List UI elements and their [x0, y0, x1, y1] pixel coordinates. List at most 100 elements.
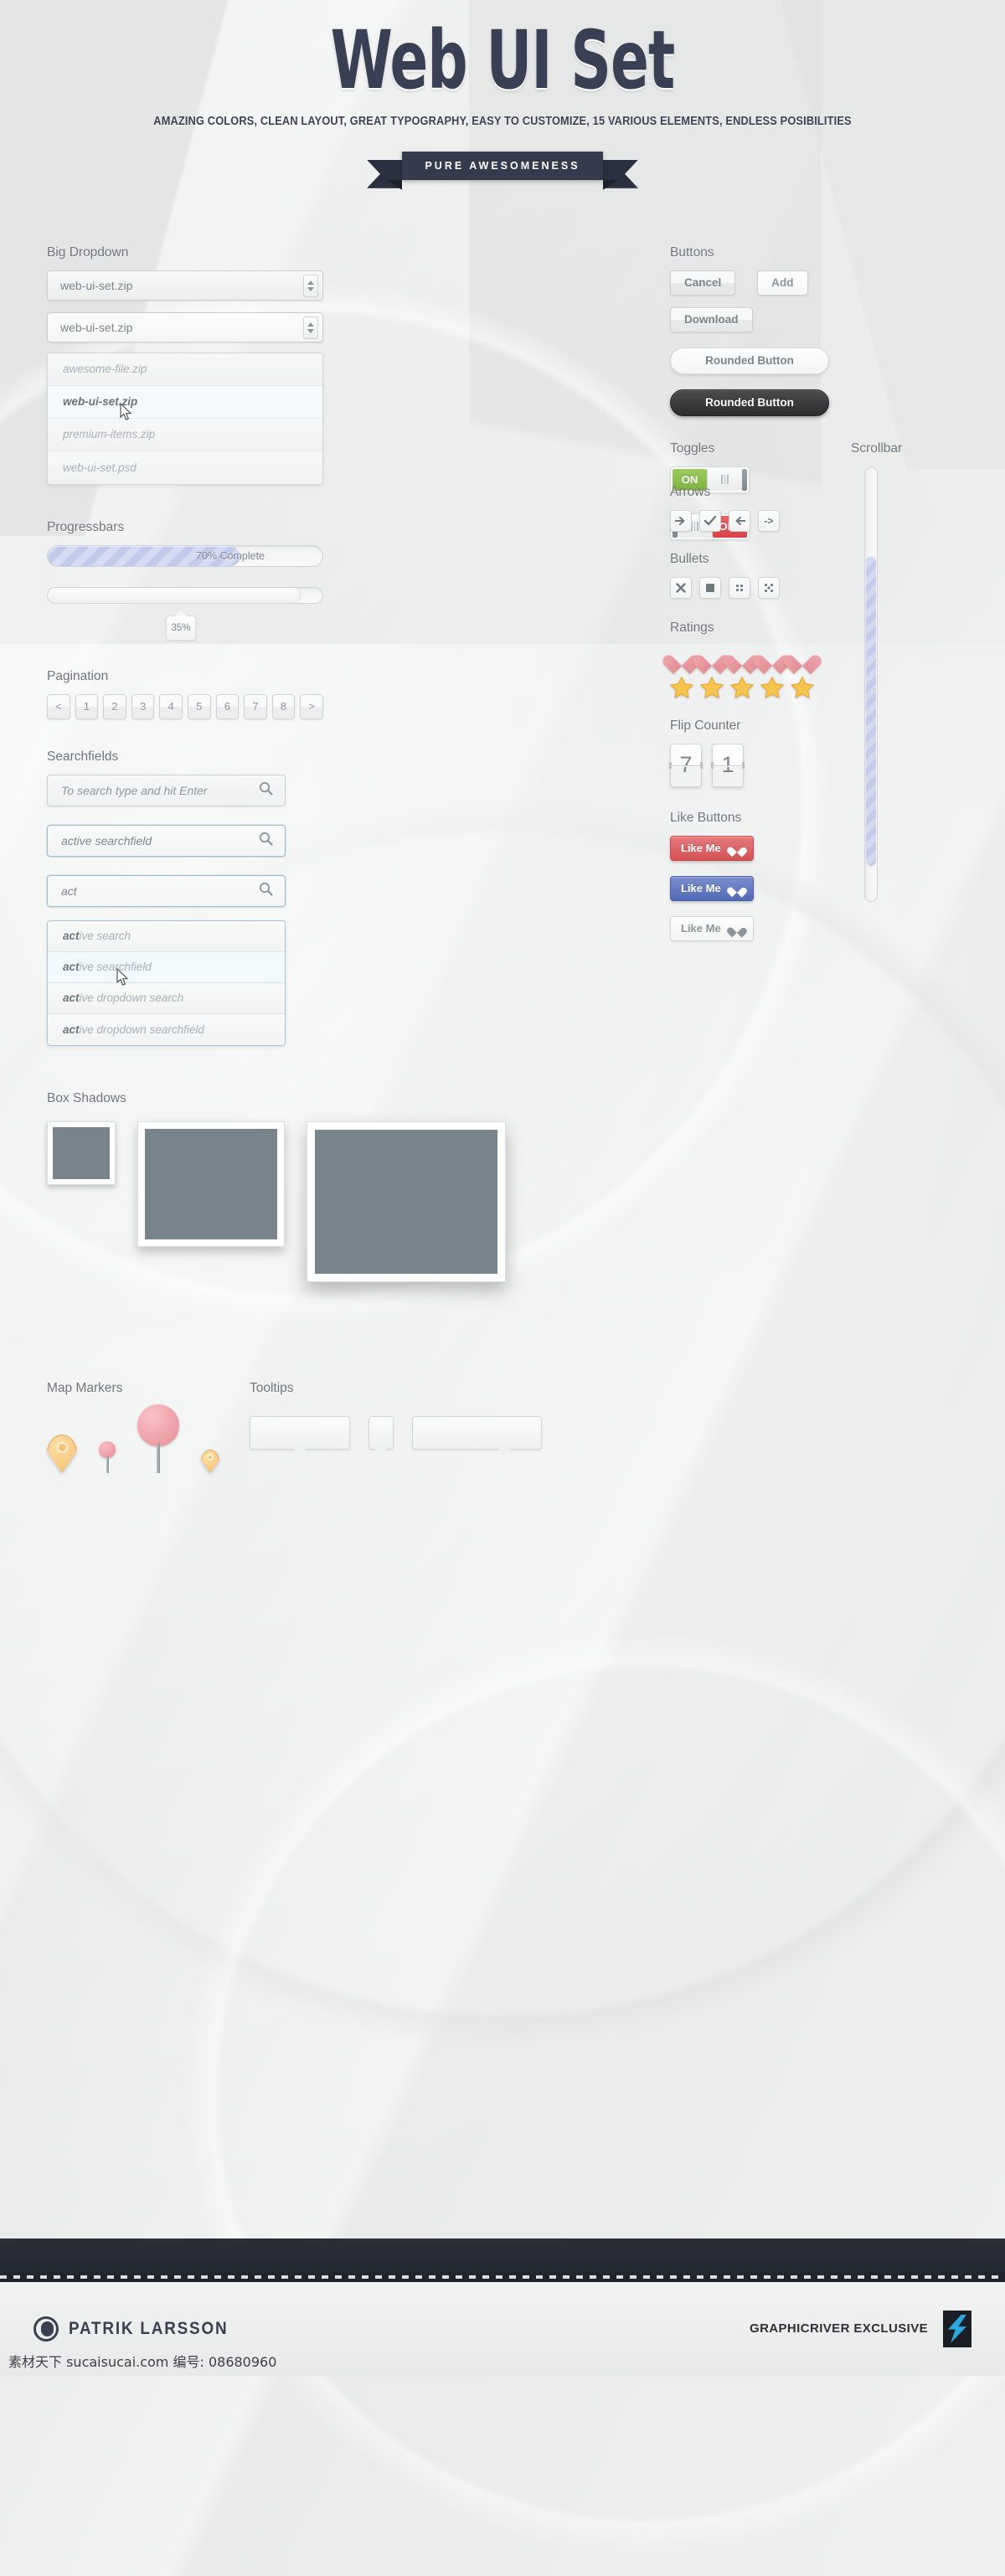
star-rating-icon[interactable]: [760, 676, 784, 698]
star-rating-icon[interactable]: [700, 676, 724, 698]
flip-counter-digit[interactable]: 1: [711, 743, 745, 787]
search-icon[interactable]: [259, 781, 273, 800]
author-logo-icon: [34, 2316, 59, 2342]
list-item[interactable]: web-ui-set.psd: [48, 451, 322, 484]
main-content: Big Dropdown web-ui-set.zip web-ui-set.z…: [0, 245, 1005, 2205]
pagination-label: Pagination: [47, 668, 109, 683]
search-input-typing[interactable]: [61, 884, 248, 898]
search-input-active[interactable]: [61, 833, 248, 848]
arrow-right-icon[interactable]: [670, 509, 692, 532]
cancel-button[interactable]: Cancel: [670, 270, 736, 296]
toggle-cap: [742, 468, 747, 491]
like-button-label: Like Me: [681, 842, 721, 855]
search-input[interactable]: [61, 783, 248, 797]
left-column: Big Dropdown web-ui-set.zip web-ui-set.z…: [47, 245, 542, 1473]
star-rating-icon[interactable]: [730, 676, 754, 698]
search-field-typing[interactable]: [47, 874, 286, 907]
page-header: Web UI Set AMAZING COLORS, CLEAN LAYOUT,…: [0, 0, 1005, 190]
big-dropdown-select-2[interactable]: web-ui-set.zip: [47, 312, 323, 343]
arrow-text-icon[interactable]: ->: [758, 509, 780, 532]
progressbars-label: Progressbars: [47, 519, 125, 534]
suggestion-item[interactable]: active dropdown search: [48, 982, 285, 1014]
pagination-item[interactable]: >: [300, 693, 323, 719]
heart-icon: [730, 842, 743, 854]
search-field-empty[interactable]: [47, 774, 286, 806]
cross-icon[interactable]: [670, 576, 692, 599]
four-dots-icon[interactable]: [729, 576, 750, 599]
dropdown-option-list[interactable]: awesome-file.zip web-ui-set.zip premium-…: [47, 352, 323, 485]
teardrop-large-icon[interactable]: [47, 1435, 77, 1473]
list-item[interactable]: web-ui-set.zip: [48, 385, 322, 420]
box-shadow-small: [47, 1121, 116, 1185]
select-value-2: web-ui-set.zip: [60, 320, 133, 334]
list-item[interactable]: premium-items.zip: [48, 418, 322, 451]
rounded-button-light[interactable]: Rounded Button: [670, 347, 829, 374]
star-rating-icon[interactable]: [670, 676, 693, 698]
check-icon[interactable]: [699, 509, 721, 532]
big-dropdown-select-1[interactable]: web-ui-set.zip: [47, 270, 323, 301]
heart-rating-icon[interactable]: [730, 646, 754, 667]
tooltips-label: Tooltips: [250, 1380, 294, 1395]
star-rating-icon[interactable]: [791, 676, 814, 698]
author-block: PATRIK LARSSON: [34, 2316, 246, 2342]
right-column: Buttons Cancel Add Download Rounded Butt…: [669, 245, 963, 956]
suggestion-item[interactable]: active search: [48, 920, 285, 952]
like-button-plain[interactable]: Like Me: [670, 915, 754, 941]
flip-counter-digit[interactable]: 7: [669, 743, 703, 787]
pagination-item[interactable]: 4: [159, 693, 183, 719]
select-value: web-ui-set.zip: [60, 278, 133, 292]
pagination-item[interactable]: 6: [215, 693, 240, 719]
graphicriver-logo-icon: [943, 2310, 972, 2347]
suggestion-item[interactable]: active searchfield: [48, 951, 285, 986]
pagination[interactable]: <1 2 3 4 5 6 7 8 >: [47, 693, 323, 719]
toggles-label: Toggles: [670, 440, 715, 456]
download-button[interactable]: Download: [670, 307, 753, 332]
tooltip-small: [368, 1415, 394, 1450]
scrollbar-thumb[interactable]: [866, 555, 876, 866]
heart-rating-icon[interactable]: [670, 646, 693, 667]
square-icon[interactable]: [699, 576, 721, 599]
buttons-label: Buttons: [670, 245, 714, 260]
flip-digit-value: 1: [721, 752, 734, 778]
heart-rating-icon[interactable]: [700, 646, 724, 667]
spinner-icon-2[interactable]: [303, 316, 318, 339]
spinner-icon[interactable]: [303, 274, 318, 297]
heart-rating-icon[interactable]: [760, 646, 784, 667]
like-button-label: Like Me: [681, 922, 721, 935]
list-item[interactable]: awesome-file.zip: [48, 353, 322, 386]
pin-small-icon[interactable]: [99, 1440, 116, 1473]
progress-tooltip-bubble: 35%: [166, 610, 196, 641]
exclusive-label: GRAPHICRIVER EXCLUSIVE: [750, 2321, 928, 2336]
toggle-knob[interactable]: [707, 468, 742, 491]
heart-icon: [730, 923, 743, 935]
searchfields-label: Searchfields: [47, 749, 119, 764]
pagination-item[interactable]: <: [47, 693, 70, 719]
tooltips: [250, 1415, 542, 1450]
pagination-item[interactable]: 8: [271, 693, 296, 719]
pin-large-icon[interactable]: [137, 1404, 179, 1473]
search-icon[interactable]: [259, 882, 273, 900]
ribbon-banner: PURE AWESOMENESS: [367, 150, 638, 190]
pagination-item[interactable]: 1: [75, 693, 99, 719]
rounded-button-dark[interactable]: Rounded Button: [670, 389, 829, 416]
pagination-item[interactable]: 5: [187, 693, 211, 719]
pagination-item[interactable]: 7: [244, 693, 267, 719]
tooltip-wide: [250, 1415, 350, 1450]
heart-rating-icon[interactable]: [791, 646, 814, 667]
arrow-left-icon[interactable]: [729, 509, 750, 532]
five-dots-icon[interactable]: [758, 576, 780, 599]
suggestion-item[interactable]: active dropdown searchfield: [48, 1013, 285, 1045]
scrollbar[interactable]: [864, 466, 878, 902]
search-icon[interactable]: [259, 832, 273, 850]
pagination-item[interactable]: 2: [103, 693, 126, 719]
buttons-row-1: Cancel Add: [670, 270, 963, 296]
progressbar-2-fill: [48, 587, 301, 603]
flip-digit-value: 7: [679, 752, 693, 778]
teardrop-small-icon[interactable]: [201, 1450, 219, 1473]
pagination-item[interactable]: 3: [131, 693, 155, 719]
search-suggestion-list[interactable]: active search active searchfield active dr…: [47, 920, 286, 1046]
box-shadows-label: Box Shadows: [47, 1090, 126, 1105]
search-field-active[interactable]: [47, 824, 286, 857]
add-button[interactable]: Add: [757, 270, 808, 296]
ribbon-label: PURE AWESOMENESS: [425, 159, 580, 172]
